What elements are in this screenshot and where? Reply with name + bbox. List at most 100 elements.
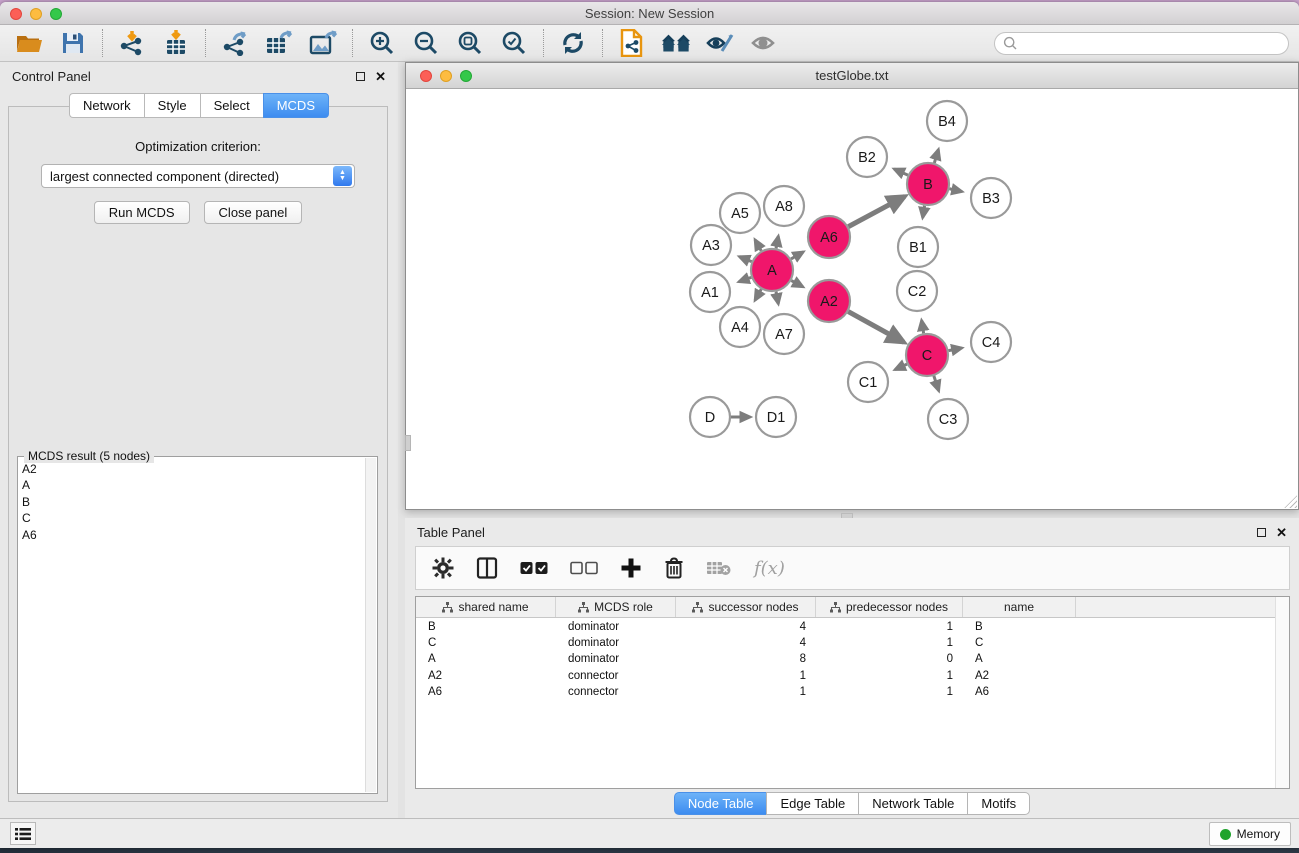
network-close-button[interactable] bbox=[420, 70, 432, 82]
tab-node-table[interactable]: Node Table bbox=[674, 792, 767, 815]
network-minimize-button[interactable] bbox=[440, 70, 452, 82]
table-cell[interactable]: A bbox=[416, 651, 556, 667]
zoom-out-icon[interactable] bbox=[411, 29, 441, 57]
graph-edge-B-B3[interactable] bbox=[949, 189, 962, 192]
table-cell[interactable]: 1 bbox=[816, 684, 963, 700]
column-header-predecessor-nodes[interactable]: predecessor nodes bbox=[816, 597, 963, 617]
import-table-icon[interactable] bbox=[161, 29, 191, 57]
table-cell[interactable]: dominator bbox=[556, 619, 676, 635]
tab-network-table[interactable]: Network Table bbox=[858, 792, 967, 815]
table-cell[interactable]: A2 bbox=[963, 668, 1076, 684]
table-row[interactable]: Bdominator41B bbox=[416, 619, 1274, 635]
export-table-icon[interactable] bbox=[264, 29, 294, 57]
home-icon[interactable] bbox=[661, 29, 691, 57]
add-column-icon[interactable] bbox=[620, 553, 642, 583]
column-header-successor-nodes[interactable]: successor nodes bbox=[676, 597, 816, 617]
graph-edge-C-C4[interactable] bbox=[949, 348, 962, 351]
table-float-panel-icon[interactable] bbox=[1257, 528, 1266, 537]
split-pane-icon[interactable] bbox=[476, 553, 498, 583]
table-cell[interactable]: A6 bbox=[416, 684, 556, 700]
deselect-all-checkboxes-icon[interactable] bbox=[570, 553, 598, 583]
table-cell[interactable]: B bbox=[416, 619, 556, 635]
tab-style[interactable]: Style bbox=[144, 93, 200, 118]
memory-button[interactable]: Memory bbox=[1209, 822, 1291, 846]
show-graphics-details-icon[interactable] bbox=[705, 29, 735, 57]
table-cell[interactable]: 1 bbox=[676, 684, 816, 700]
graph-edge-C-C1[interactable] bbox=[895, 364, 907, 369]
graph-edge-A-A8[interactable] bbox=[776, 236, 778, 248]
table-close-panel-icon[interactable]: ✕ bbox=[1276, 528, 1287, 537]
function-builder-icon[interactable]: f(x) bbox=[754, 558, 785, 579]
mcds-result-list[interactable]: A2ABCA6 bbox=[22, 461, 365, 791]
mcds-result-item[interactable]: A2 bbox=[22, 461, 365, 477]
table-cell[interactable]: 0 bbox=[816, 651, 963, 667]
mcds-result-item[interactable]: A bbox=[22, 477, 365, 493]
run-mcds-button[interactable]: Run MCDS bbox=[94, 201, 190, 224]
save-session-icon[interactable] bbox=[58, 29, 88, 57]
table-row[interactable]: A2connector11A2 bbox=[416, 668, 1274, 684]
minimize-window-button[interactable] bbox=[30, 8, 42, 20]
table-cell[interactable]: connector bbox=[556, 684, 676, 700]
table-cell[interactable]: dominator bbox=[556, 651, 676, 667]
graph-edge-A-A6[interactable] bbox=[791, 252, 803, 259]
network-window-titlebar[interactable]: testGlobe.txt bbox=[406, 63, 1298, 89]
graph-edge-B-B4[interactable] bbox=[934, 149, 938, 163]
network-zoom-button[interactable] bbox=[460, 70, 472, 82]
table-cell[interactable]: C bbox=[963, 635, 1076, 651]
import-network-icon[interactable] bbox=[117, 29, 147, 57]
select-all-checkboxes-icon[interactable] bbox=[520, 553, 548, 583]
search-input-box[interactable] bbox=[994, 32, 1289, 55]
search-input[interactable] bbox=[1018, 37, 1268, 51]
graph-edge-A2-C[interactable] bbox=[848, 312, 904, 343]
mcds-result-item[interactable]: B bbox=[22, 494, 365, 510]
graph-edge-B-B1[interactable] bbox=[923, 206, 925, 218]
mcds-result-item[interactable]: C bbox=[22, 510, 365, 526]
network-area-vertical-scrollbar[interactable] bbox=[405, 435, 411, 451]
table-cell[interactable]: 1 bbox=[676, 668, 816, 684]
table-scrollbar[interactable] bbox=[1275, 597, 1289, 788]
table-cell[interactable]: A2 bbox=[416, 668, 556, 684]
close-window-button[interactable] bbox=[10, 8, 22, 20]
tab-motifs[interactable]: Motifs bbox=[967, 792, 1030, 815]
graph-edge-A-A4[interactable] bbox=[755, 289, 761, 300]
column-header-MCDS-role[interactable]: MCDS role bbox=[556, 597, 676, 617]
export-network-icon[interactable] bbox=[220, 29, 250, 57]
export-image-icon[interactable] bbox=[308, 29, 338, 57]
criterion-dropdown[interactable]: largest connected component (directed) ▲… bbox=[41, 164, 355, 188]
table-row[interactable]: Adominator80A bbox=[416, 651, 1274, 667]
close-panel-button[interactable]: Close panel bbox=[204, 201, 303, 224]
column-header-name[interactable]: name bbox=[963, 597, 1076, 617]
zoom-fit-icon[interactable] bbox=[455, 29, 485, 57]
table-cell[interactable]: 8 bbox=[676, 651, 816, 667]
zoom-window-button[interactable] bbox=[50, 8, 62, 20]
table-cell[interactable]: 1 bbox=[816, 635, 963, 651]
table-row[interactable]: Cdominator41C bbox=[416, 635, 1274, 651]
float-panel-icon[interactable] bbox=[356, 72, 365, 81]
tab-mcds[interactable]: MCDS bbox=[263, 93, 329, 118]
table-cell[interactable]: dominator bbox=[556, 635, 676, 651]
table-cell[interactable]: 4 bbox=[676, 635, 816, 651]
tab-select[interactable]: Select bbox=[200, 93, 263, 118]
network-graph[interactable]: AA1A2A3A4A5A6A7A8BB1B2B3B4CC1C2C3C4DD1 bbox=[406, 89, 1297, 509]
graph-edge-C-C2[interactable] bbox=[922, 320, 924, 333]
table-cell[interactable]: B bbox=[963, 619, 1076, 635]
task-history-button[interactable] bbox=[10, 822, 36, 845]
graph-edge-A-A1[interactable] bbox=[739, 277, 751, 281]
zoom-selected-icon[interactable] bbox=[499, 29, 529, 57]
close-panel-icon[interactable]: ✕ bbox=[375, 72, 386, 81]
network-from-file-icon[interactable] bbox=[617, 29, 647, 57]
refresh-icon[interactable] bbox=[558, 29, 588, 57]
graph-edge-A6-B[interactable] bbox=[848, 197, 904, 227]
delete-column-trash-icon[interactable] bbox=[664, 553, 684, 583]
table-cell[interactable]: 1 bbox=[816, 668, 963, 684]
window-resize-grip[interactable] bbox=[1284, 495, 1297, 508]
zoom-in-icon[interactable] bbox=[367, 29, 397, 57]
network-canvas[interactable]: AA1A2A3A4A5A6A7A8BB1B2B3B4CC1C2C3C4DD1 bbox=[406, 89, 1298, 509]
tab-network[interactable]: Network bbox=[69, 93, 144, 118]
table-cell[interactable]: 1 bbox=[816, 619, 963, 635]
graph-edge-A-A3[interactable] bbox=[739, 257, 751, 262]
table-cell[interactable]: connector bbox=[556, 668, 676, 684]
table-cell[interactable]: A bbox=[963, 651, 1076, 667]
open-session-icon[interactable] bbox=[14, 29, 44, 57]
graph-edge-A-A2[interactable] bbox=[791, 281, 803, 287]
